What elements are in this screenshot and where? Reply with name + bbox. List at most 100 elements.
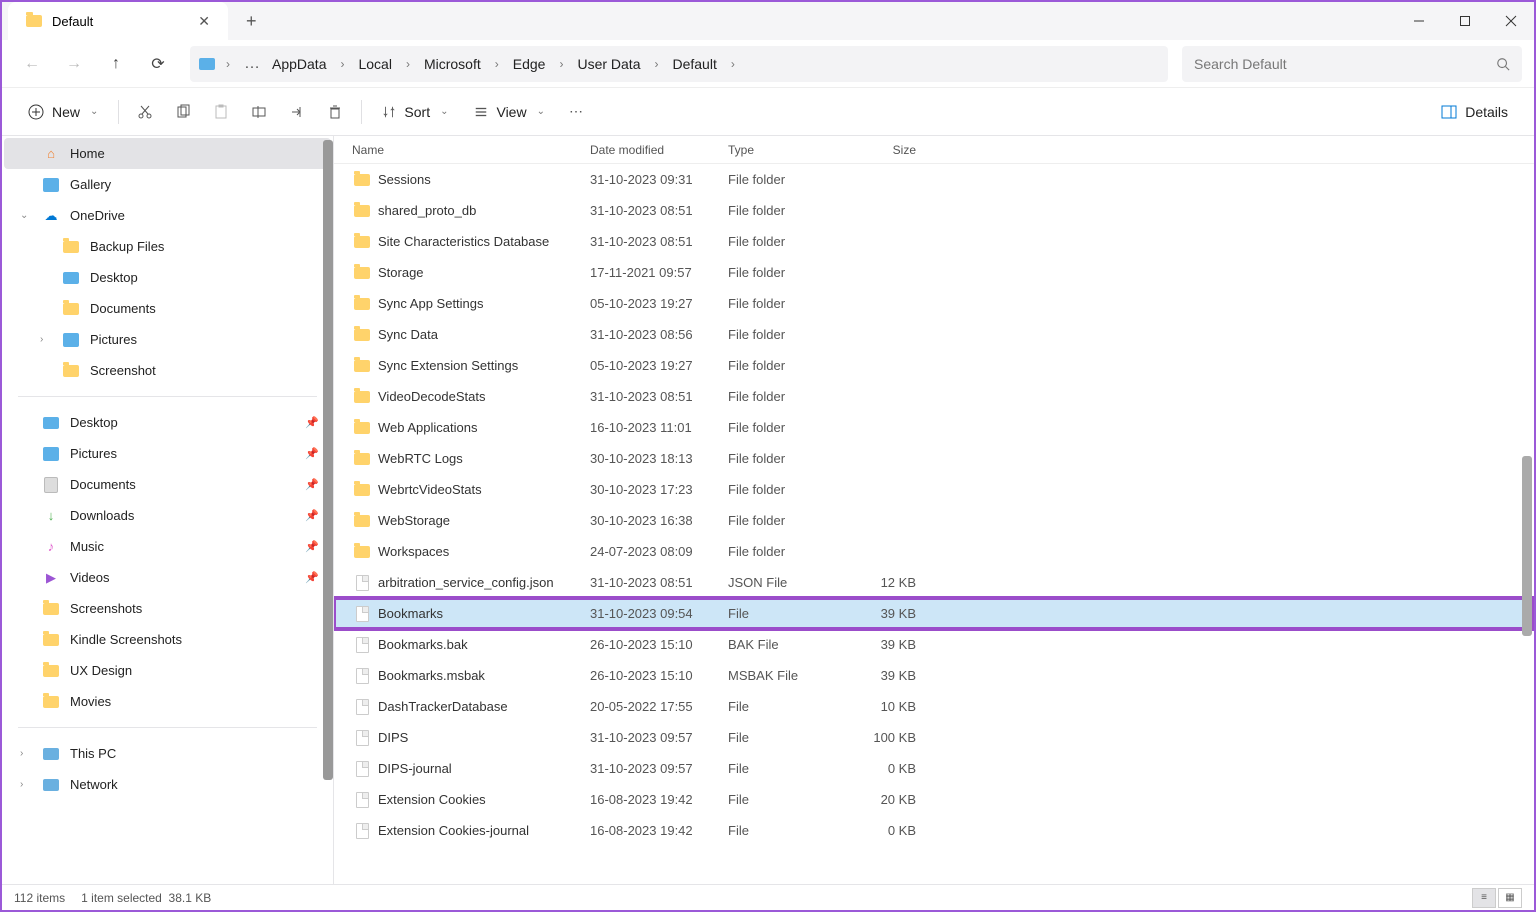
rename-button[interactable] [243, 94, 275, 130]
navigation-pane[interactable]: ⌂Home Gallery ⌄☁OneDrive Backup Files De… [2, 136, 334, 884]
sidebar-item-this-pc[interactable]: ›This PC [4, 738, 331, 769]
column-headers[interactable]: Name Date modified Type Size [334, 136, 1534, 164]
details-pane-button[interactable]: Details [1431, 94, 1518, 130]
file-row[interactable]: arbitration_service_config.json31-10-202… [334, 567, 1534, 598]
chevron-right-icon[interactable]: › [553, 57, 569, 71]
sidebar-item-desktop[interactable]: Desktop [4, 262, 331, 293]
file-row[interactable]: DIPS31-10-2023 09:57File100 KB [334, 722, 1534, 753]
sidebar-item-pictures[interactable]: ›Pictures [4, 324, 331, 355]
more-button[interactable]: ⋯ [561, 94, 591, 130]
file-type: File folder [728, 358, 846, 373]
file-list-scrollbar[interactable] [1522, 456, 1532, 636]
share-button[interactable] [281, 94, 313, 130]
file-row[interactable]: Sync Extension Settings05-10-2023 19:27F… [334, 350, 1534, 381]
file-size: 20 KB [846, 792, 916, 807]
sidebar-item-uxdesign[interactable]: UX Design [4, 655, 331, 686]
chevron-right-icon[interactable]: › [20, 779, 32, 790]
sidebar-item-network[interactable]: ›Network [4, 769, 331, 800]
cut-button[interactable] [129, 94, 161, 130]
path-overflow-icon[interactable]: … [240, 55, 264, 73]
file-row[interactable]: DashTrackerDatabase20-05-2022 17:55File1… [334, 691, 1534, 722]
file-row[interactable]: DIPS-journal31-10-2023 09:57File0 KB [334, 753, 1534, 784]
new-tab-button[interactable]: + [246, 11, 257, 32]
file-row[interactable]: WebrtcVideoStats30-10-2023 17:23File fol… [334, 474, 1534, 505]
crumb-microsoft[interactable]: Microsoft [420, 54, 485, 74]
column-size[interactable]: Size [846, 143, 916, 157]
close-window-button[interactable] [1488, 2, 1534, 40]
file-row[interactable]: WebRTC Logs30-10-2023 18:13File folder [334, 443, 1534, 474]
chevron-right-icon[interactable]: › [20, 748, 32, 759]
sidebar-item-videos[interactable]: ▶Videos📌 [4, 562, 331, 593]
file-row[interactable]: Web Applications16-10-2023 11:01File fol… [334, 412, 1534, 443]
chevron-right-icon[interactable]: › [220, 57, 236, 71]
view-button[interactable]: View ⌄ [464, 94, 554, 130]
chevron-down-icon[interactable]: ⌄ [20, 210, 32, 221]
sidebar-scrollbar[interactable] [323, 140, 333, 780]
sort-button[interactable]: Sort ⌄ [372, 94, 458, 130]
file-row[interactable]: Sync App Settings05-10-2023 19:27File fo… [334, 288, 1534, 319]
sidebar-item-gallery[interactable]: Gallery [4, 169, 331, 200]
details-view-button[interactable]: ≡ [1472, 888, 1496, 908]
folder-icon [352, 546, 372, 558]
chevron-right-icon[interactable]: › [334, 57, 350, 71]
file-row[interactable]: VideoDecodeStats31-10-2023 08:51File fol… [334, 381, 1534, 412]
maximize-button[interactable] [1442, 2, 1488, 40]
file-row[interactable]: Site Characteristics Database31-10-2023 … [334, 226, 1534, 257]
column-type[interactable]: Type [728, 143, 846, 157]
forward-button[interactable]: → [56, 46, 92, 82]
file-row[interactable]: Extension Cookies16-08-2023 19:42File20 … [334, 784, 1534, 815]
file-row[interactable]: Sessions31-10-2023 09:31File folder [334, 164, 1534, 195]
chevron-right-icon[interactable]: › [725, 57, 741, 71]
sidebar-item-home[interactable]: ⌂Home [4, 138, 331, 169]
file-row[interactable]: Workspaces24-07-2023 08:09File folder [334, 536, 1534, 567]
sidebar-item-screenshots[interactable]: Screenshots [4, 593, 331, 624]
sidebar-item-pictures-pinned[interactable]: Pictures📌 [4, 438, 331, 469]
column-date[interactable]: Date modified [590, 143, 728, 157]
crumb-edge[interactable]: Edge [509, 54, 550, 74]
file-row[interactable]: Storage17-11-2021 09:57File folder [334, 257, 1534, 288]
delete-button[interactable] [319, 94, 351, 130]
file-list[interactable]: Name Date modified Type Size Sessions31-… [334, 136, 1534, 884]
chevron-right-icon[interactable]: › [40, 334, 52, 345]
crumb-local[interactable]: Local [354, 54, 395, 74]
breadcrumb[interactable]: › … AppData › Local › Microsoft › Edge ›… [190, 46, 1168, 82]
sidebar-item-music[interactable]: ♪Music📌 [4, 531, 331, 562]
sidebar-item-screenshot[interactable]: Screenshot [4, 355, 331, 386]
file-type: MSBAK File [728, 668, 846, 683]
file-row[interactable]: Bookmarks.bak26-10-2023 15:10BAK File39 … [334, 629, 1534, 660]
file-row[interactable]: Bookmarks31-10-2023 09:54File39 KB [334, 598, 1534, 629]
crumb-userdata[interactable]: User Data [573, 54, 644, 74]
chevron-right-icon[interactable]: › [489, 57, 505, 71]
file-row[interactable]: Sync Data31-10-2023 08:56File folder [334, 319, 1534, 350]
file-row[interactable]: Extension Cookies-journal16-08-2023 19:4… [334, 815, 1534, 846]
sidebar-item-movies[interactable]: Movies [4, 686, 331, 717]
refresh-button[interactable]: ⟳ [140, 46, 176, 82]
up-button[interactable]: ↑ [98, 46, 134, 82]
crumb-appdata[interactable]: AppData [268, 54, 330, 74]
chevron-right-icon[interactable]: › [400, 57, 416, 71]
back-button[interactable]: ← [14, 46, 50, 82]
file-icon [352, 575, 372, 591]
file-row[interactable]: Bookmarks.msbak26-10-2023 15:10MSBAK Fil… [334, 660, 1534, 691]
copy-button[interactable] [167, 94, 199, 130]
sidebar-item-documents-pinned[interactable]: Documents📌 [4, 469, 331, 500]
sidebar-item-downloads[interactable]: ↓Downloads📌 [4, 500, 331, 531]
minimize-button[interactable] [1396, 2, 1442, 40]
search-input[interactable]: Search Default [1182, 46, 1522, 82]
icons-view-button[interactable]: ▦ [1498, 888, 1522, 908]
chevron-right-icon[interactable]: › [648, 57, 664, 71]
window-tab[interactable]: Default ✕ [8, 2, 228, 40]
paste-button[interactable] [205, 94, 237, 130]
new-button[interactable]: New ⌄ [18, 94, 108, 130]
sidebar-item-documents[interactable]: Documents [4, 293, 331, 324]
file-name: Bookmarks [378, 606, 590, 621]
sidebar-item-kindle[interactable]: Kindle Screenshots [4, 624, 331, 655]
close-tab-icon[interactable]: ✕ [198, 13, 210, 30]
file-row[interactable]: WebStorage30-10-2023 16:38File folder [334, 505, 1534, 536]
sidebar-item-backup-files[interactable]: Backup Files [4, 231, 331, 262]
sidebar-item-desktop-pinned[interactable]: Desktop📌 [4, 407, 331, 438]
file-row[interactable]: shared_proto_db31-10-2023 08:51File fold… [334, 195, 1534, 226]
sidebar-item-onedrive[interactable]: ⌄☁OneDrive [4, 200, 331, 231]
crumb-default[interactable]: Default [668, 54, 720, 74]
column-name[interactable]: Name [352, 143, 590, 157]
